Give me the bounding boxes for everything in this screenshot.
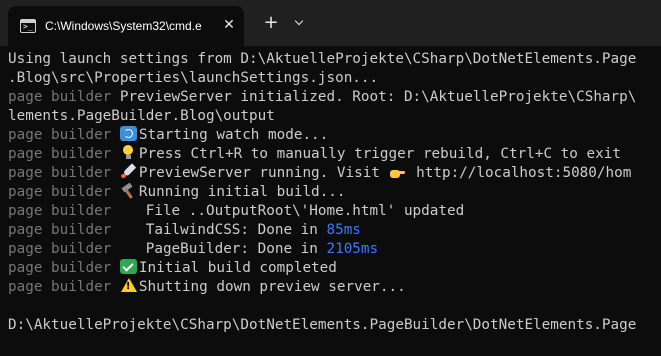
close-tab-button[interactable]: ✕ [220,15,238,35]
console-line: page builder Starting watch mode... [8,126,329,143]
backhand-pointing-right-icon [389,164,406,179]
log-prefix: page builder [8,146,112,162]
console-line: page builder Initial build completed [8,259,337,276]
log-prefix: page builder [8,222,112,238]
console-line: lements.PageBuilder.Blog\output [8,108,275,124]
log-prefix: page builder [8,279,112,295]
console-prompt[interactable]: D:\AktuelleProjekte\CSharp\DotNetElement… [8,316,636,335]
hammer-icon [120,183,137,198]
log-prefix: page builder [8,127,112,143]
log-prefix: page builder [8,203,112,219]
console-line: page builder File ..OutputRoot\'Home.htm… [8,203,465,219]
log-prefix: page builder [8,184,112,200]
tab-cmd[interactable]: >_ C:\Windows\System32\cmd.e ✕ [8,6,244,46]
title-bar: >_ C:\Windows\System32\cmd.e ✕ + [0,0,661,46]
check-mark-button-icon [119,259,137,274]
preview-url[interactable]: http://localhost:5080/hom [408,165,631,181]
timing-value: 85ms [326,222,361,238]
timing-value: 2105ms [326,241,379,257]
light-bulb-icon [120,145,137,160]
console-line: Using launch settings from D:\AktuellePr… [8,51,637,67]
new-tab-button[interactable]: + [261,12,281,34]
log-prefix: page builder [8,165,112,181]
log-prefix: page builder [8,89,112,105]
log-prefix: page builder [8,260,112,276]
warning-icon [120,278,137,293]
rocket-icon [120,164,137,179]
tab-title: C:\Windows\System32\cmd.e [45,19,202,33]
console-line: .Blog\src\Properties\launchSettings.json… [8,70,379,86]
counterclockwise-arrows-icon [119,126,137,141]
console-line: page builder PreviewServer initialized. … [8,89,637,105]
chevron-down-icon[interactable] [291,13,309,33]
cmd-icon: >_ [20,19,36,33]
console-line: page builder PageBuilder: Done in 2105ms [8,241,379,257]
console-line: page builder PreviewServer running. Visi… [8,164,632,181]
console-line: page builder Running initial build... [8,183,346,200]
console-line: page builder Press Ctrl+R to manually tr… [8,145,621,162]
log-prefix: page builder [8,241,112,257]
console-output[interactable]: Using launch settings from D:\AktuellePr… [0,46,661,356]
console-line: page builder TailwindCSS: Done in 85ms [8,222,361,238]
console-line: page builder Shutting down preview serve… [8,278,406,297]
